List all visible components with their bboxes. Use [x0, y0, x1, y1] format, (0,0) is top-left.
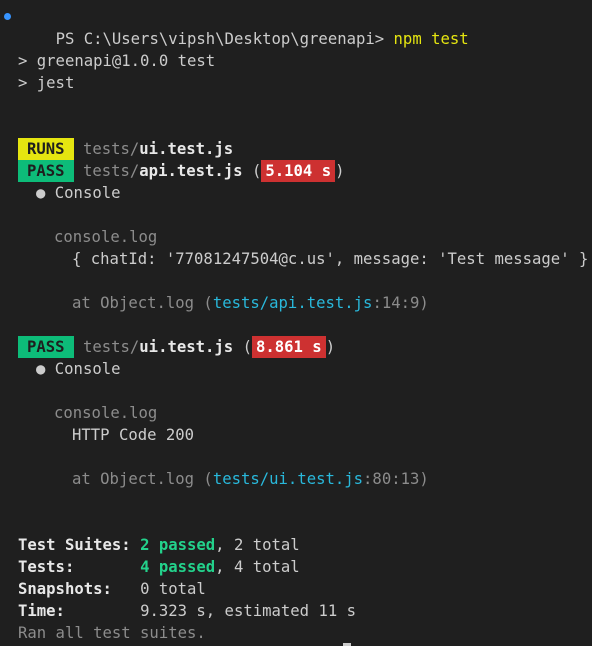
command-status-dot-icon[interactable]: [4, 13, 11, 20]
console-label: Console: [54, 360, 121, 378]
prompt-line: PS C:\Users\vipsh\Desktop\greenapi> npm …: [0, 6, 592, 48]
terminal-output[interactable]: PS C:\Users\vipsh\Desktop\greenapi> npm …: [0, 6, 592, 644]
console-heading: ● Console: [0, 358, 592, 380]
time-value: 9.323 s, estimated 11 s: [140, 602, 356, 620]
bullet-icon: ●: [36, 360, 46, 378]
stack-prefix: at Object.log (: [72, 470, 213, 488]
summary-label: Time:: [18, 602, 65, 620]
total-count: , 4 total: [215, 558, 300, 576]
npm-jest-line: > jest: [18, 74, 75, 92]
console-log-header: console.log: [54, 228, 158, 246]
stack-suffix: ): [419, 294, 429, 312]
duration-badge: 8.861 s: [251, 336, 326, 358]
stack-location: at Object.log (tests/api.test.js:14:9): [0, 292, 592, 314]
console-log-body: HTTP Code 200: [72, 426, 195, 444]
runs-file-name: ui.test.js: [139, 140, 234, 158]
total-count: , 2 total: [215, 536, 300, 554]
bullet-icon: ●: [36, 184, 46, 202]
passed-count: 4 passed: [140, 558, 216, 576]
summary-label: Snapshots:: [18, 580, 112, 598]
stack-suffix: ): [419, 470, 429, 488]
console-log-header: console.log: [54, 404, 158, 422]
stack-prefix: at Object.log (: [72, 294, 213, 312]
console-heading: ● Console: [0, 182, 592, 204]
console-label: Console: [54, 184, 121, 202]
pass-badge: PASS: [18, 336, 74, 358]
passed-count: 2 passed: [140, 536, 216, 554]
summary-snapshots: Snapshots: 0 total: [0, 578, 592, 600]
stack-position: :14:9: [372, 294, 420, 312]
runs-badge: RUNS: [18, 138, 74, 160]
summary-tests: Tests: 4 passed, 4 total: [0, 556, 592, 578]
source-link[interactable]: tests/ui.test.js: [213, 470, 363, 488]
stack-location: at Object.log (tests/ui.test.js:80:13): [0, 468, 592, 490]
file-dir: tests/: [82, 162, 140, 180]
pass-line-api: PASS tests/api.test.js (5.104 s): [0, 160, 592, 182]
npm-script-line: > greenapi@1.0.0 test: [18, 52, 216, 70]
console-log-body: { chatId: '77081247504@c.us', message: '…: [72, 250, 589, 268]
source-link[interactable]: tests/api.test.js: [213, 294, 373, 312]
pass-line-ui: PASS tests/ui.test.js (8.861 s): [0, 336, 592, 358]
file-name: ui.test.js: [139, 338, 234, 356]
file-name: api.test.js: [139, 162, 243, 180]
runs-file-dir: tests/: [82, 140, 140, 158]
runs-line: RUNS tests/ui.test.js: [0, 138, 592, 160]
file-dir: tests/: [82, 338, 140, 356]
summary-label: Tests:: [18, 558, 75, 576]
summary-footer: Ran all test suites.: [18, 624, 206, 642]
snapshots-value: 0 total: [140, 580, 206, 598]
summary-label: Test Suites:: [18, 536, 131, 554]
summary-suites: Test Suites: 2 passed, 2 total: [0, 534, 592, 556]
pass-badge: PASS: [18, 160, 74, 182]
duration-badge: 5.104 s: [261, 160, 336, 182]
stack-position: :80:13: [363, 470, 420, 488]
summary-time: Time: 9.323 s, estimated 11 s: [0, 600, 592, 622]
